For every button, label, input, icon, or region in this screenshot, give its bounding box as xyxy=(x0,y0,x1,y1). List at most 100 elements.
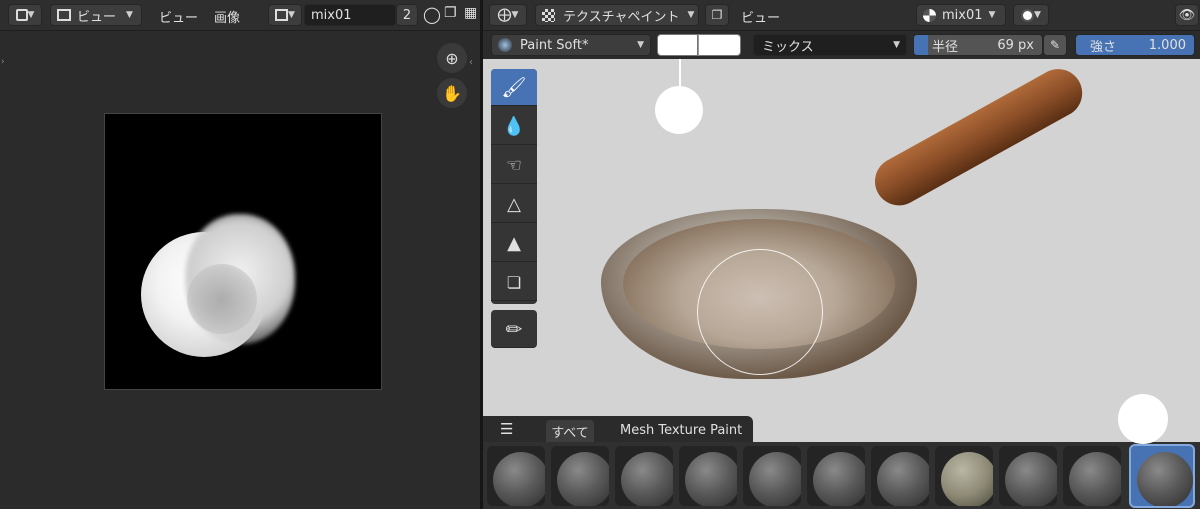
3d-viewport[interactable]: ⨁ ▼ テクスチャペイント ▼ ❐ ビュー mix01 ▼ ▼ 👁 Paint S… xyxy=(483,0,1200,509)
sidebar-collapse-arrow-icon[interactable]: ‹ xyxy=(469,57,473,68)
chevron-down-icon: ▼ xyxy=(288,10,295,20)
mode-label: テクスチャペイント xyxy=(563,9,680,25)
image-name-field[interactable]: mix01 xyxy=(304,4,396,26)
brush-preview-sphere xyxy=(877,452,929,506)
view-mode-dropdown[interactable]: ビュー ▼ xyxy=(50,4,142,26)
brush-preview-sphere xyxy=(621,452,673,506)
tool-settings-bar: Paint Soft* ▼ ミックス ▼ 半径 69 px ✎ 強さ 1.000 xyxy=(483,31,1200,59)
material-label: mix01 xyxy=(942,7,983,23)
eye-icon: 👁 xyxy=(1178,7,1196,23)
image-icon xyxy=(275,9,289,21)
users-count-badge[interactable]: 2 xyxy=(396,4,418,26)
tab-all[interactable]: すべて xyxy=(546,420,594,442)
open-image-icon[interactable]: ▦ xyxy=(464,5,477,21)
blend-mode-label: ミックス xyxy=(762,39,814,55)
toolbar-expand-arrow-icon[interactable]: › xyxy=(1,57,5,67)
chevron-down-icon: ▼ xyxy=(27,10,35,20)
brush-thumb-6[interactable] xyxy=(807,446,865,506)
canvas-toggle-button[interactable]: ❐ xyxy=(705,4,729,26)
brush-preview-sphere xyxy=(1137,452,1193,506)
brush-preview-sphere xyxy=(1005,452,1057,506)
pen-pressure-icon: ✎ xyxy=(1049,38,1061,52)
checker-icon xyxy=(542,8,555,22)
brush-preview-sphere xyxy=(941,452,993,506)
image-editor: ▼ ビュー ▼ ビュー 画像 ▼ mix01 2 ◯ ❐ ▦ › ⊕ ✋ ‹ xyxy=(0,0,480,509)
touch-indicator-bottom xyxy=(1118,394,1168,444)
brush-thumb-10[interactable] xyxy=(1063,446,1121,506)
pressure-radius-button[interactable]: ✎ xyxy=(1043,34,1067,56)
strength-value: 1.000 xyxy=(1148,37,1186,53)
chevron-down-icon: ▼ xyxy=(637,40,644,50)
image-editor-icon xyxy=(15,9,28,21)
brush-thumb-9[interactable] xyxy=(999,446,1057,506)
brush-dropdown[interactable]: Paint Soft* ▼ xyxy=(491,34,651,56)
3d-viewport-icon: ⨁ xyxy=(497,7,512,23)
tab-mesh-texture-paint[interactable]: Mesh Texture Paint xyxy=(620,423,742,438)
blend-mode-dropdown[interactable]: ミックス ▼ xyxy=(753,34,907,56)
image-name-text: mix01 xyxy=(311,7,352,23)
zoom-button[interactable]: ⊕ xyxy=(437,43,467,73)
brush-preview-sphere xyxy=(685,452,737,506)
new-image-icon[interactable]: ❐ xyxy=(444,5,457,21)
editor-type-button[interactable]: ⨁ ▼ xyxy=(489,4,527,26)
material-dropdown[interactable]: mix01 ▼ xyxy=(916,4,1006,26)
brush-thumb-selected[interactable] xyxy=(1129,444,1195,508)
image-editor-header: ▼ ビュー ▼ ビュー 画像 ▼ mix01 2 ◯ ❐ ▦ xyxy=(0,0,480,31)
browse-image-button[interactable]: ▼ xyxy=(268,4,302,26)
chevron-down-icon: ▼ xyxy=(511,10,519,20)
radius-value: 69 px xyxy=(997,37,1034,53)
brush-preview-sphere xyxy=(493,452,545,506)
chevron-down-icon: ▼ xyxy=(893,40,900,50)
chevron-down-icon: ▼ xyxy=(687,10,695,20)
users-count: 2 xyxy=(402,7,412,23)
paint-blob-shade xyxy=(187,264,257,334)
brush-thumb-8[interactable] xyxy=(935,446,993,506)
brush-thumb-1[interactable] xyxy=(487,446,545,506)
pan-button[interactable]: ✋ xyxy=(437,78,467,108)
asset-shelf-tabs: ☰ すべて Mesh Texture Paint xyxy=(483,416,753,442)
image-canvas[interactable] xyxy=(104,113,382,390)
radius-slider-fill xyxy=(914,35,928,55)
radius-slider[interactable]: 半径 69 px xyxy=(913,34,1043,56)
brush-name: Paint Soft* xyxy=(520,37,589,53)
brush-thumb-3[interactable] xyxy=(615,446,673,506)
hamburger-menu-icon[interactable]: ☰ xyxy=(500,420,513,438)
chevron-down-icon: ▼ xyxy=(1034,10,1041,20)
tab-all-label: すべて xyxy=(551,425,589,441)
brush-preview-sphere xyxy=(557,452,609,506)
brush-preview-sphere xyxy=(749,452,801,506)
mode-dropdown[interactable]: テクスチャペイント ▼ xyxy=(535,4,699,26)
brush-preview-sphere xyxy=(813,452,865,506)
brush-thumb-7[interactable] xyxy=(871,446,929,506)
chevron-down-icon: ▼ xyxy=(126,10,133,20)
view-menu[interactable]: ビュー xyxy=(741,7,780,26)
visibility-button[interactable]: 👁 xyxy=(1175,4,1199,26)
image-menu[interactable]: 画像 xyxy=(214,7,240,26)
view-mode-label: ビュー xyxy=(77,9,117,25)
brush-thumb-2[interactable] xyxy=(551,446,609,506)
frying-pan-model xyxy=(483,59,1200,439)
color-swatch-primary[interactable] xyxy=(657,34,698,56)
mask-dropdown[interactable]: ▼ xyxy=(1013,4,1049,26)
fake-user-shield-icon[interactable]: ◯ xyxy=(423,5,441,24)
color-swatch-secondary[interactable] xyxy=(698,34,741,56)
view-menu[interactable]: ビュー xyxy=(159,7,198,26)
material-sphere-icon xyxy=(923,8,936,22)
magnifier-icon: ⊕ xyxy=(445,48,459,68)
strength-label: 強さ xyxy=(1090,39,1117,55)
brush-thumb-5[interactable] xyxy=(743,446,801,506)
hand-icon: ✋ xyxy=(442,83,462,103)
brush-preview-sphere xyxy=(1069,452,1121,506)
overlay-squares-icon: ❐ xyxy=(711,8,723,22)
strength-slider[interactable]: 強さ 1.000 xyxy=(1075,34,1195,56)
image-icon xyxy=(57,9,71,21)
brush-icon xyxy=(498,38,512,52)
chevron-down-icon: ▼ xyxy=(988,10,996,20)
radius-label: 半径 xyxy=(932,39,959,55)
editor-type-button[interactable]: ▼ xyxy=(8,4,42,26)
mask-icon xyxy=(1021,8,1035,22)
pan-handle xyxy=(866,60,1091,214)
brush-cursor-circle xyxy=(697,249,823,375)
viewport-header: ⨁ ▼ テクスチャペイント ▼ ❐ ビュー mix01 ▼ ▼ 👁 xyxy=(483,0,1200,31)
brush-thumb-4[interactable] xyxy=(679,446,737,506)
